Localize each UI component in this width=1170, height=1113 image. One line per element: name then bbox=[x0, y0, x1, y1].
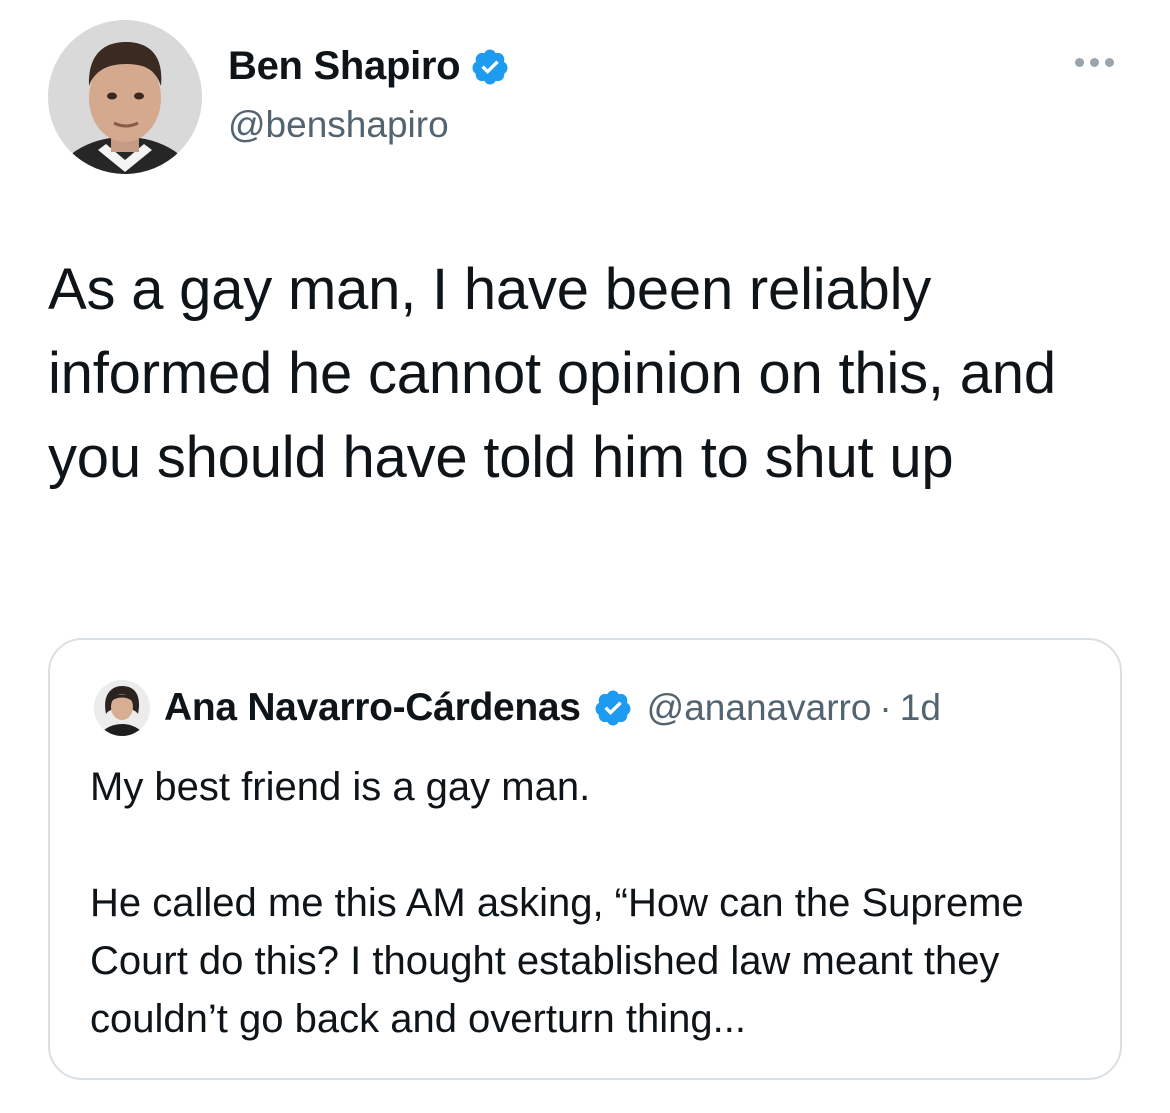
quoted-handle[interactable]: @ananavarro bbox=[647, 687, 872, 729]
quoted-paragraph: He called me this AM asking, “How can th… bbox=[90, 881, 1024, 1041]
author-name-row: Ben Shapiro bbox=[228, 44, 510, 89]
more-options-icon[interactable] bbox=[1075, 58, 1114, 67]
author-avatar[interactable] bbox=[48, 20, 202, 174]
verified-badge-icon bbox=[595, 690, 631, 726]
tweet-text: As a gay man, I have been reliably infor… bbox=[48, 257, 1056, 490]
quoted-author-avatar[interactable] bbox=[94, 680, 150, 736]
tweet-card: Ben Shapiro @benshapiro As a gay man, I … bbox=[0, 0, 1170, 1113]
meta-separator: · bbox=[879, 687, 892, 728]
more-dot bbox=[1075, 58, 1084, 67]
quoted-display-name[interactable]: Ana Navarro-Cárdenas bbox=[164, 686, 581, 730]
quoted-text: My best friend is a gay man. He called m… bbox=[90, 758, 1090, 1048]
more-dot bbox=[1090, 58, 1099, 67]
quoted-header: Ana Navarro-Cárdenas @ananavarro · 1d bbox=[164, 686, 941, 730]
quoted-tweet[interactable]: Ana Navarro-Cárdenas @ananavarro · 1d My… bbox=[48, 638, 1122, 1080]
author-handle[interactable]: @benshapiro bbox=[228, 104, 449, 146]
author-display-name[interactable]: Ben Shapiro bbox=[228, 44, 461, 89]
quoted-timestamp[interactable]: 1d bbox=[900, 687, 941, 729]
verified-badge-icon bbox=[472, 49, 508, 84]
quoted-paragraph: My best friend is a gay man. bbox=[90, 765, 591, 809]
more-dot bbox=[1105, 58, 1114, 67]
